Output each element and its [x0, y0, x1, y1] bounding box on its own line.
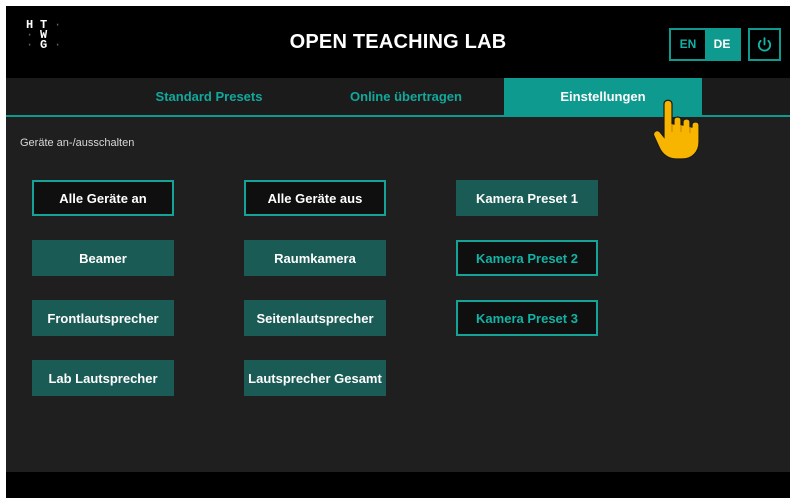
footer-bar [6, 472, 790, 498]
all-speakers-button[interactable]: Lautsprecher Gesamt [244, 360, 386, 396]
camera-preset-1-button[interactable]: Kamera Preset 1 [456, 180, 598, 216]
side-speakers-button[interactable]: Seitenlautsprecher [244, 300, 386, 336]
room-camera-button[interactable]: Raumkamera [244, 240, 386, 276]
language-switch: EN DE [669, 28, 741, 61]
lab-speakers-button[interactable]: Lab Lautsprecher [32, 360, 174, 396]
power-button[interactable] [748, 28, 781, 61]
front-speakers-button[interactable]: Frontlautsprecher [32, 300, 174, 336]
camera-preset-3-button[interactable]: Kamera Preset 3 [456, 300, 598, 336]
header: H T · · W · G · OPEN TEACHING LAB EN DE [6, 6, 790, 78]
all-devices-off-button[interactable]: Alle Geräte aus [244, 180, 386, 216]
section-label: Geräte an-/ausschalten [20, 137, 135, 149]
pointing-hand-icon [652, 99, 700, 160]
lang-option-de[interactable]: DE [705, 30, 739, 59]
all-devices-on-button[interactable]: Alle Geräte an [32, 180, 174, 216]
power-icon [757, 37, 772, 52]
app-frame: H T · · W · G · OPEN TEACHING LAB EN DE … [6, 6, 790, 498]
lang-option-en[interactable]: EN [671, 30, 705, 59]
camera-preset-2-button[interactable]: Kamera Preset 2 [456, 240, 598, 276]
tab-standard-presets[interactable]: Standard Presets [110, 78, 308, 115]
beamer-button[interactable]: Beamer [32, 240, 174, 276]
tab-online-uebertragen[interactable]: Online übertragen [308, 78, 504, 115]
